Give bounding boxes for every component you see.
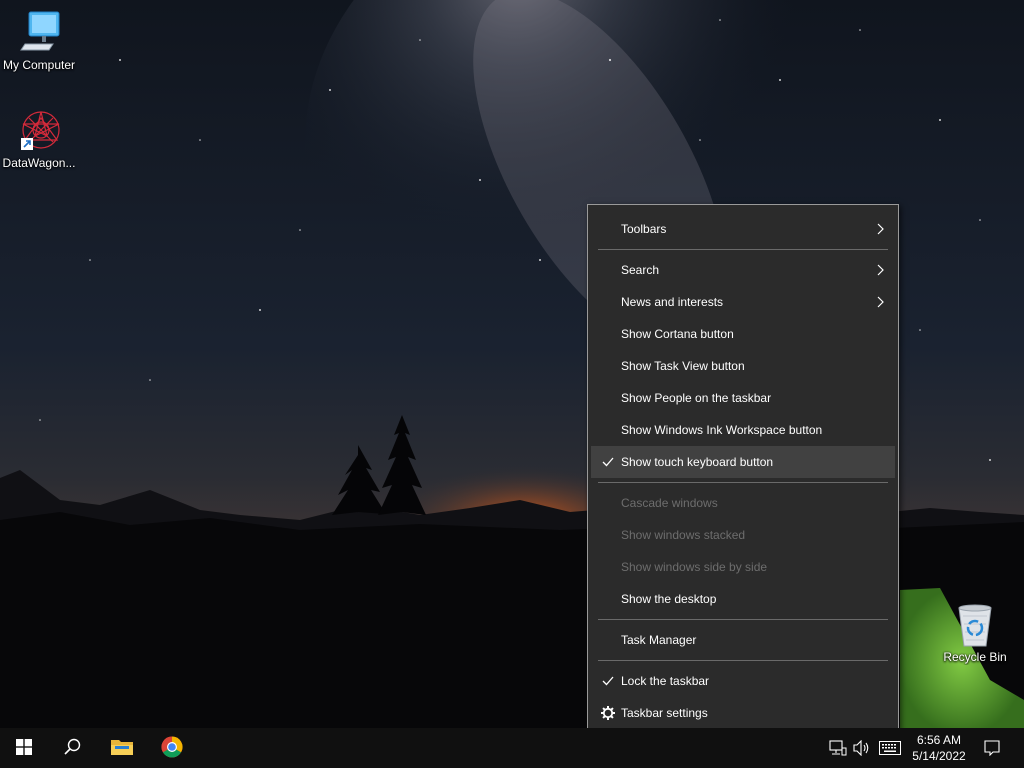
menu-item-label: Show Windows Ink Workspace button	[621, 423, 823, 437]
computer-icon	[15, 10, 63, 56]
folder-icon	[111, 738, 133, 759]
menu-item-label: Lock the taskbar	[621, 674, 710, 688]
datawagon-shortcut-icon	[15, 108, 63, 154]
menu-item-task-manager[interactable]: Task Manager	[591, 624, 895, 656]
menu-item-show-cortana-button[interactable]: Show Cortana button	[591, 318, 895, 350]
menu-item-show-task-view-button[interactable]: Show Task View button	[591, 350, 895, 382]
taskbar-context-menu: Toolbars Search News and interests Show …	[587, 204, 899, 737]
menu-item-lock-the-taskbar[interactable]: Lock the taskbar	[591, 665, 895, 697]
chevron-right-icon	[875, 286, 887, 318]
desktop-icon-my-computer[interactable]: My Computer	[0, 10, 78, 73]
menu-separator	[598, 482, 888, 483]
menu-item-show-the-desktop[interactable]: Show the desktop	[591, 583, 895, 615]
menu-item-show-windows-ink-workspace[interactable]: Show Windows Ink Workspace button	[591, 414, 895, 446]
menu-item-label: Show windows side by side	[621, 560, 768, 574]
touch-keyboard-icon[interactable]	[876, 728, 904, 768]
menu-item-label: Cascade windows	[621, 496, 718, 510]
menu-item-label: Show People on the taskbar	[621, 391, 772, 405]
gear-icon	[600, 697, 616, 729]
clock-time: 6:56 AM	[916, 733, 962, 747]
desktop-icon-recycle-bin[interactable]: Recycle Bin	[936, 602, 1014, 665]
menu-item-label: Show the desktop	[621, 592, 717, 606]
desktop-icon-label: My Computer	[2, 58, 76, 72]
start-button[interactable]	[0, 728, 48, 768]
menu-separator	[598, 660, 888, 661]
desktop-icon-datawagon[interactable]: DataWagon...	[0, 108, 78, 171]
taskbar[interactable]: 6:56 AM 5/14/2022	[0, 728, 1024, 768]
menu-separator	[598, 249, 888, 250]
volume-icon[interactable]	[850, 728, 874, 768]
file-explorer-button[interactable]	[98, 728, 146, 768]
menu-item-label: Task Manager	[621, 633, 697, 647]
checkmark-icon	[600, 665, 616, 697]
menu-item-search[interactable]: Search	[591, 254, 895, 286]
menu-separator	[598, 619, 888, 620]
network-icon[interactable]	[826, 728, 850, 768]
search-icon	[63, 738, 81, 758]
menu-item-label: Show windows stacked	[621, 528, 746, 542]
menu-item-show-windows-stacked: Show windows stacked	[591, 519, 895, 551]
menu-item-label: Toolbars	[621, 222, 667, 236]
desktop-icon-label: Recycle Bin	[943, 650, 1007, 664]
chevron-right-icon	[875, 254, 887, 286]
menu-item-label: Taskbar settings	[621, 706, 708, 720]
recycle-bin-icon	[951, 602, 999, 648]
desktop-icon-label: DataWagon...	[2, 156, 76, 170]
menu-item-label: Show Cortana button	[621, 327, 734, 341]
search-button[interactable]	[48, 728, 96, 768]
chrome-button[interactable]	[148, 728, 196, 768]
chrome-icon	[161, 736, 183, 761]
menu-item-cascade-windows: Cascade windows	[591, 487, 895, 519]
menu-item-label: Show Task View button	[621, 359, 745, 373]
menu-item-show-people[interactable]: Show People on the taskbar	[591, 382, 895, 414]
checkmark-icon	[600, 446, 616, 478]
clock-date: 5/14/2022	[912, 749, 966, 763]
menu-item-label: News and interests	[621, 295, 724, 309]
action-center-icon[interactable]	[978, 728, 1006, 768]
taskbar-clock[interactable]: 6:56 AM 5/14/2022	[904, 728, 974, 768]
chevron-right-icon	[875, 213, 887, 245]
menu-item-news-and-interests[interactable]: News and interests	[591, 286, 895, 318]
menu-item-toolbars[interactable]: Toolbars	[591, 213, 895, 245]
menu-item-label: Search	[621, 263, 660, 277]
windows-logo-icon	[16, 738, 32, 758]
menu-item-show-windows-side-by-side: Show windows side by side	[591, 551, 895, 583]
menu-item-show-touch-keyboard-button[interactable]: Show touch keyboard button	[591, 446, 895, 478]
menu-item-taskbar-settings[interactable]: Taskbar settings	[591, 697, 895, 729]
menu-item-label: Show touch keyboard button	[621, 455, 774, 469]
